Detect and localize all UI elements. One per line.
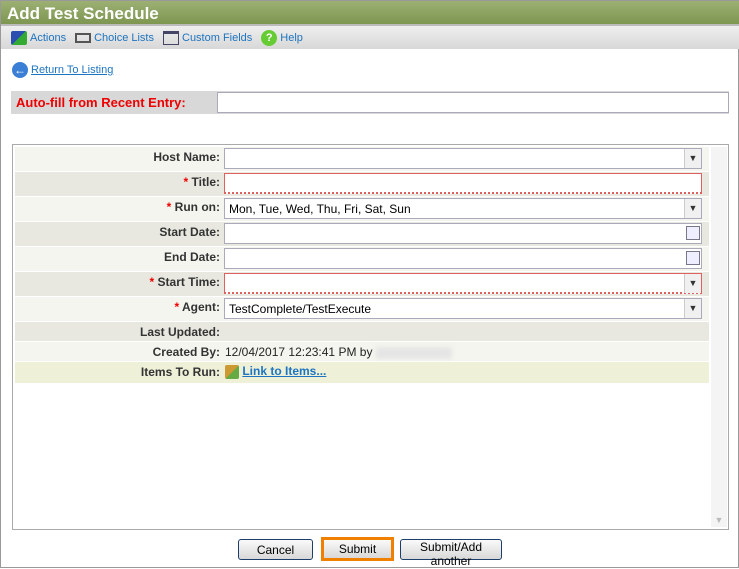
end-date-input[interactable]	[224, 248, 702, 269]
custom-fields-menu[interactable]: Custom Fields	[163, 30, 253, 45]
start-date-label: Start Date:	[15, 222, 223, 246]
last-updated-label: Last Updated:	[15, 322, 223, 341]
items-to-run-row: Items To Run: Link to Items...	[15, 362, 709, 384]
last-updated-value	[223, 322, 709, 341]
help-menu[interactable]: ? Help	[261, 29, 303, 46]
actions-menu[interactable]: Actions	[11, 30, 67, 45]
actions-label: Actions	[30, 31, 67, 44]
agent-row: * Agent: TestComplete/TestExecute ▼	[15, 297, 709, 322]
agent-select[interactable]: TestComplete/TestExecute ▼	[224, 298, 702, 319]
submit-button[interactable]: Submit	[321, 537, 394, 561]
autofill-input[interactable]	[217, 92, 729, 113]
actions-icon	[11, 30, 27, 45]
created-by-row: Created By: 12/04/2017 12:23:41 PM by	[15, 342, 709, 362]
autofill-row: Auto-fill from Recent Entry:	[11, 91, 729, 114]
submit-add-another-button[interactable]: Submit/Add another	[400, 539, 502, 568]
custom-fields-label: Custom Fields	[182, 31, 253, 44]
scroll-down-icon[interactable]: ▼	[711, 515, 727, 525]
return-link[interactable]: Return To Listing	[31, 64, 113, 76]
last-updated-row: Last Updated:	[15, 322, 709, 342]
host-name-select[interactable]: ▼	[224, 148, 702, 169]
calendar-icon[interactable]	[686, 226, 700, 240]
link-icon	[225, 364, 239, 379]
form-panel: Host Name: ▼ * Title: * Run on: Mon, Tue, …	[12, 144, 729, 530]
start-time-select[interactable]: ▼	[224, 273, 702, 294]
run-on-row: * Run on: Mon, Tue, Wed, Thu, Fri, Sat, S…	[15, 197, 709, 222]
end-date-label: End Date:	[15, 247, 223, 271]
title-input[interactable]	[224, 173, 702, 194]
run-on-label: Run on:	[174, 200, 220, 214]
choice-lists-menu[interactable]: Choice Lists	[75, 32, 154, 44]
chevron-down-icon[interactable]: ▼	[684, 149, 701, 168]
required-marker: *	[166, 200, 172, 214]
host-name-label: Host Name:	[15, 147, 223, 171]
items-to-run-label: Items To Run:	[15, 362, 223, 383]
run-on-value: Mon, Tue, Wed, Thu, Fri, Sat, Sun	[229, 202, 411, 216]
link-to-items[interactable]: Link to Items...	[242, 364, 326, 378]
agent-label: Agent:	[182, 300, 220, 314]
button-bar: Cancel Submit Submit/Add another	[12, 529, 729, 569]
scrollbar[interactable]: ▼	[711, 147, 727, 527]
custom-fields-icon	[163, 30, 179, 45]
cancel-button[interactable]: Cancel	[238, 539, 313, 560]
chevron-down-icon[interactable]: ▼	[684, 199, 701, 218]
agent-value: TestComplete/TestExecute	[229, 302, 372, 316]
toolbar: Actions Choice Lists Custom Fields ? Help	[1, 26, 739, 49]
choice-lists-label: Choice Lists	[94, 31, 154, 44]
start-time-label: Start Time:	[157, 275, 220, 289]
help-label: Help	[280, 31, 303, 44]
help-icon: ?	[261, 29, 278, 46]
blurred-username	[375, 346, 452, 359]
page-title: Add Test Schedule	[1, 1, 739, 26]
return-to-listing[interactable]: ← Return To Listing	[12, 62, 113, 78]
chevron-down-icon[interactable]: ▼	[684, 299, 701, 318]
autofill-label: Auto-fill from Recent Entry:	[16, 95, 186, 110]
title-label: Title:	[191, 175, 220, 189]
choice-list-icon	[75, 32, 92, 43]
start-date-row: Start Date:	[15, 222, 709, 247]
created-by-label: Created By:	[15, 342, 223, 361]
run-on-select[interactable]: Mon, Tue, Wed, Thu, Fri, Sat, Sun ▼	[224, 198, 702, 219]
created-by-value: 12/04/2017 12:23:41 PM by	[225, 345, 373, 359]
end-date-row: End Date:	[15, 247, 709, 272]
required-marker: *	[183, 175, 189, 189]
back-arrow-icon: ←	[12, 62, 28, 78]
calendar-icon[interactable]	[686, 251, 700, 265]
title-row: * Title:	[15, 172, 709, 197]
host-name-row: Host Name: ▼	[15, 147, 709, 172]
start-date-input[interactable]	[224, 223, 702, 244]
start-time-row: * Start Time: ▼	[15, 272, 709, 297]
required-marker: *	[149, 275, 155, 289]
required-marker: *	[174, 300, 180, 314]
chevron-down-icon[interactable]: ▼	[684, 274, 701, 293]
